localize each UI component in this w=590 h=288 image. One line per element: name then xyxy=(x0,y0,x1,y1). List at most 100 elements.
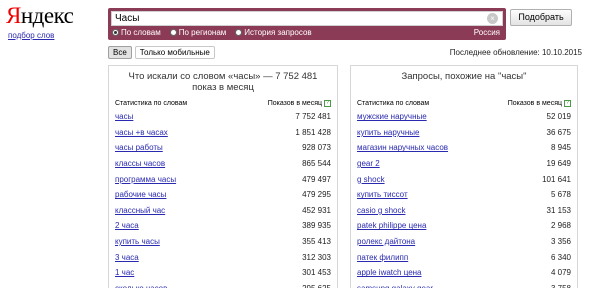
views-count: 31 153 xyxy=(546,205,571,215)
clear-icon[interactable]: × xyxy=(487,13,498,24)
keyword-link[interactable]: gear 2 xyxy=(357,159,380,168)
search-mode-options: По словам По регионам История запросов xyxy=(112,28,312,37)
table-row: классы часов 865 544 xyxy=(115,156,331,172)
views-count: 4 079 xyxy=(550,268,571,278)
views-count: 452 931 xyxy=(302,205,331,215)
right-panel: Запросы, похожие на "часы" Статистика по… xyxy=(350,65,578,288)
keyword-link[interactable]: casio g shock xyxy=(357,206,405,215)
keyword-link[interactable]: часы +в часах xyxy=(115,128,168,137)
wordstat-link[interactable]: подбор слов xyxy=(8,31,54,40)
help-icon[interactable]: ? xyxy=(324,99,331,107)
views-count: 312 303 xyxy=(302,252,331,262)
table-row: рабочие часы 479 295 xyxy=(115,187,331,203)
column-views-label: Показов в месяц xyxy=(507,99,562,107)
views-count: 301 453 xyxy=(302,268,331,278)
radio-by-regions[interactable]: По регионам xyxy=(169,28,227,37)
table-row: купить наручные 36 675 xyxy=(357,125,571,141)
views-count: 5 678 xyxy=(550,190,571,200)
logo-first-letter: Я xyxy=(6,3,21,28)
column-phrase-label: Статистика по словам xyxy=(115,99,188,107)
views-count: 389 935 xyxy=(302,221,331,231)
keyword-link[interactable]: купить часы xyxy=(115,237,160,246)
column-views: Показов в месяц? xyxy=(507,99,571,107)
keyword-link[interactable]: 3 часа xyxy=(115,253,139,262)
keyword-link[interactable]: классы часов xyxy=(115,159,165,168)
column-views-label: Показов в месяц xyxy=(267,99,322,107)
left-panel-title: Что искали со словом «часы» — 7 752 481 … xyxy=(128,71,318,93)
views-count: 36 675 xyxy=(546,127,571,137)
keyword-link[interactable]: patek philippe цена xyxy=(357,221,426,230)
logo-rest: ндекс xyxy=(20,3,74,28)
right-column-header: Статистика по словам Показов в месяц? xyxy=(351,97,577,109)
keyword-link[interactable]: магазин наручных часов xyxy=(357,143,448,152)
region-label[interactable]: Россия xyxy=(474,28,500,37)
keyword-link[interactable]: apple iwatch цена xyxy=(357,268,422,277)
device-filters: Все Только мобильные xyxy=(108,46,215,59)
keyword-link[interactable]: часы xyxy=(115,112,133,121)
search-input[interactable]: Часы × xyxy=(111,11,503,26)
keyword-link[interactable]: купить наручные xyxy=(357,128,419,137)
views-count: 1 851 428 xyxy=(295,127,331,137)
radio-label: История запросов xyxy=(244,28,312,37)
table-row: часы работы 928 073 xyxy=(115,140,331,156)
keyword-link[interactable]: 1 час xyxy=(115,268,134,277)
table-row: gear 2 19 649 xyxy=(357,156,571,172)
views-count: 101 641 xyxy=(542,174,571,184)
table-row: часы 7 752 481 xyxy=(115,109,331,125)
keyword-link[interactable]: часы работы xyxy=(115,143,163,152)
radio-dot xyxy=(235,29,243,36)
right-rows: мужские наручные 52 019 купить наручные 36 … xyxy=(351,109,577,288)
left-column-header: Статистика по словам Показов в месяц? xyxy=(109,97,337,109)
views-count: 479 295 xyxy=(302,190,331,200)
filter-all-button[interactable]: Все xyxy=(108,46,132,59)
table-row: ролекс дайтона 3 356 xyxy=(357,234,571,250)
table-row: купить часы 355 413 xyxy=(115,234,331,250)
table-row: casio g shock 31 153 xyxy=(357,203,571,219)
help-icon[interactable]: ? xyxy=(564,99,571,107)
radio-by-words[interactable]: По словам xyxy=(112,28,161,37)
keyword-link[interactable]: ролекс дайтона xyxy=(357,237,415,246)
views-count: 355 413 xyxy=(302,237,331,247)
keyword-link[interactable]: купить тиссот xyxy=(357,190,408,199)
views-count: 52 019 xyxy=(546,112,571,122)
table-row: программа часы 479 497 xyxy=(115,171,331,187)
radio-label: По регионам xyxy=(178,28,227,37)
views-count: 865 544 xyxy=(302,159,331,169)
table-row: часы +в часах 1 851 428 xyxy=(115,125,331,141)
keyword-link[interactable]: 2 часа xyxy=(115,221,139,230)
table-row: купить тиссот 5 678 xyxy=(357,187,571,203)
views-count: 295 625 xyxy=(302,284,331,288)
table-row: 1 час 301 453 xyxy=(115,265,331,281)
table-row: сколько часов 295 625 xyxy=(115,281,331,288)
radio-label: По словам xyxy=(121,28,161,37)
table-row: патек филипп 6 340 xyxy=(357,249,571,265)
column-views: Показов в месяц? xyxy=(267,99,331,107)
submit-button[interactable]: Подобрать xyxy=(510,9,572,26)
left-rows: часы 7 752 481 часы +в часах 1 851 428 часы … xyxy=(109,109,337,288)
keyword-link[interactable]: сколько часов xyxy=(115,284,167,288)
table-row: g shock 101 641 xyxy=(357,171,571,187)
keyword-link[interactable]: патек филипп xyxy=(357,253,408,262)
yandex-logo[interactable]: Яндекс xyxy=(6,3,74,29)
views-count: 928 073 xyxy=(302,143,331,153)
keyword-link[interactable]: программа часы xyxy=(115,175,176,184)
views-count: 2 968 xyxy=(550,221,571,231)
views-count: 479 497 xyxy=(302,174,331,184)
table-row: samsung galaxy gear 3 758 xyxy=(357,281,571,288)
views-count: 3 356 xyxy=(550,237,571,247)
views-count: 7 752 481 xyxy=(295,112,331,122)
keyword-link[interactable]: мужские наручные xyxy=(357,112,427,121)
search-form: Часы × По словам По регионам История зап… xyxy=(108,8,506,40)
radio-dot xyxy=(169,29,177,36)
radio-history[interactable]: История запросов xyxy=(235,28,312,37)
keyword-link[interactable]: классный час xyxy=(115,206,165,215)
right-panel-title: Запросы, похожие на "часы" xyxy=(401,71,527,82)
keyword-link[interactable]: g shock xyxy=(357,175,385,184)
last-update-text: Последнее обновление: 10.10.2015 xyxy=(449,48,582,57)
table-row: apple iwatch цена 4 079 xyxy=(357,265,571,281)
filter-mobile-button[interactable]: Только мобильные xyxy=(134,46,215,59)
table-row: магазин наручных часов 8 945 xyxy=(357,140,571,156)
keyword-link[interactable]: рабочие часы xyxy=(115,190,166,199)
search-query-text: Часы xyxy=(115,13,140,24)
keyword-link[interactable]: samsung galaxy gear xyxy=(357,284,433,288)
